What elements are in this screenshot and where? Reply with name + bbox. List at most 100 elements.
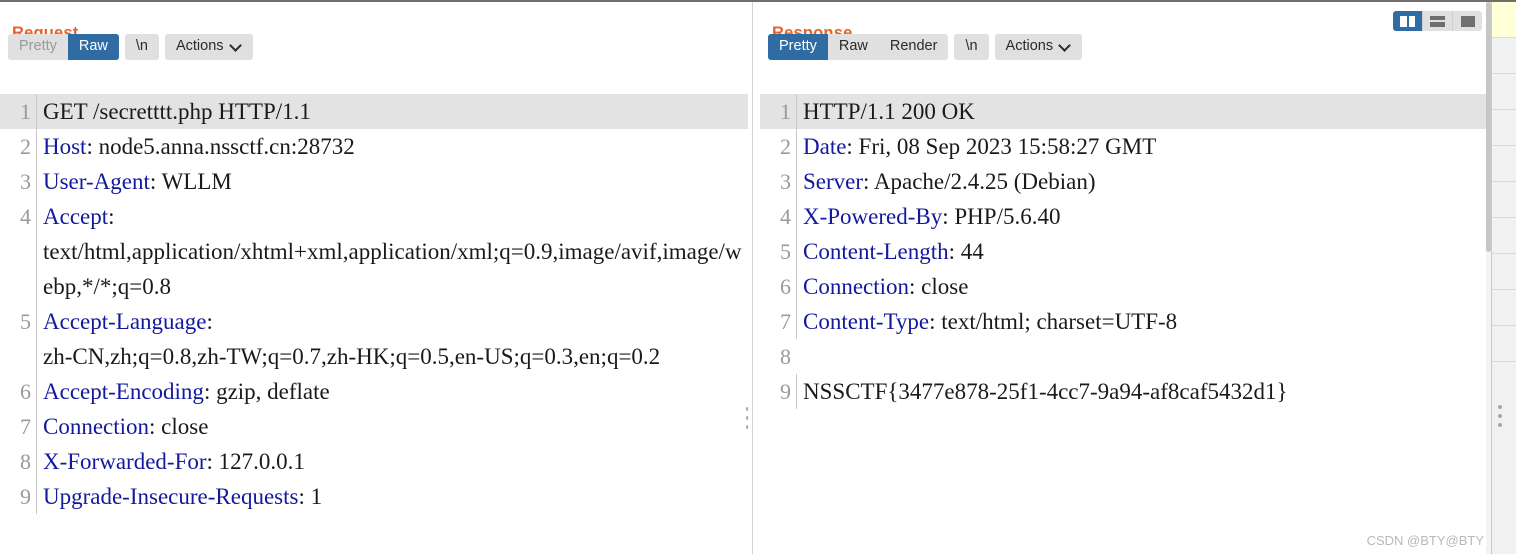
chevron-down-icon xyxy=(1060,40,1071,51)
header-value: : close xyxy=(909,274,969,299)
response-pane: Response Pretty Raw Render \n Actions 1H… xyxy=(760,2,1490,554)
inspector-segment[interactable] xyxy=(1492,254,1516,290)
editor-line[interactable]: 3 User-Agent: WLLM xyxy=(0,164,748,199)
request-newline-button[interactable]: \n xyxy=(124,33,159,60)
inspector-segment[interactable] xyxy=(1492,326,1516,362)
header-name: Server xyxy=(803,169,864,194)
line-number: 9 xyxy=(20,484,31,509)
inspector-gutter[interactable] xyxy=(1491,2,1516,554)
line-content[interactable]: Host: node5.anna.nssctf.cn:28732 xyxy=(36,129,748,164)
line-content[interactable]: NSSCTF{3477e878-25f1-4cc7-9a94-af8caf543… xyxy=(796,374,1490,409)
editor-line[interactable]: 4 Accept: text/html,application/xhtml+xml… xyxy=(0,199,748,304)
response-tabbar: Pretty Raw Render \n Actions xyxy=(760,26,1490,60)
editor-line[interactable]: 5 Content-Length: 44 xyxy=(760,234,1490,269)
line-content[interactable]: Connection: close xyxy=(796,269,1490,304)
response-actions-label: Actions xyxy=(1005,37,1054,54)
editor-line[interactable]: 6 Accept-Encoding: gzip, deflate xyxy=(0,374,748,409)
response-tab-raw[interactable]: Raw xyxy=(828,34,879,60)
response-actions-button[interactable]: Actions xyxy=(994,33,1083,60)
line-number: 5 xyxy=(20,309,31,334)
editor-line[interactable]: 2 Host: node5.anna.nssctf.cn:28732 xyxy=(0,129,748,164)
request-title: Request xyxy=(0,2,748,42)
editor-line[interactable]: 7 Connection: close xyxy=(0,409,748,444)
request-view-tabs[interactable]: Pretty Raw xyxy=(8,33,119,60)
layout-toggle-group[interactable] xyxy=(1393,11,1482,31)
single-pane-button[interactable] xyxy=(1453,11,1482,31)
editor-line[interactable]: 5 Accept-Language: zh-CN,zh;q=0.8,zh-TW;q… xyxy=(0,304,748,374)
editor-line[interactable]: 9 NSSCTF{3477e878-25f1-4cc7-9a94-af8caf54… xyxy=(760,374,1490,409)
inspector-segment[interactable] xyxy=(1492,290,1516,326)
header-value: : WLLM xyxy=(149,169,232,194)
header-name: Connection xyxy=(803,274,910,299)
editor-line[interactable]: 6 Connection: close xyxy=(760,269,1490,304)
header-value: : gzip, deflate xyxy=(203,379,330,404)
pane-divider[interactable] xyxy=(752,2,753,554)
line-number: 5 xyxy=(780,239,791,264)
split-vertical-button[interactable] xyxy=(1393,11,1423,31)
editor-line[interactable]: 4 X-Powered-By: PHP/5.6.40 xyxy=(760,199,1490,234)
response-resize-grip[interactable] xyxy=(1498,405,1502,427)
line-number: 1 xyxy=(760,94,796,129)
response-view-tabs[interactable]: Pretty Raw Render xyxy=(768,33,949,60)
editor-line[interactable]: 3 Server: Apache/2.4.25 (Debian) xyxy=(760,164,1490,199)
line-number: 9 xyxy=(780,379,791,404)
line-content[interactable]: HTTP/1.1 200 OK xyxy=(796,94,1490,129)
request-pane: Request Pretty Raw \n Actions 1 GET /secr… xyxy=(0,2,748,554)
line-content[interactable]: Accept-Encoding: gzip, deflate xyxy=(36,374,748,409)
line-number: 1 xyxy=(0,94,36,129)
inspector-segment[interactable] xyxy=(1492,146,1516,182)
request-tab-raw[interactable]: Raw xyxy=(67,33,119,60)
request-tab-pretty[interactable]: Pretty xyxy=(8,34,68,60)
editor-line[interactable]: 2 Date: Fri, 08 Sep 2023 15:58:27 GMT xyxy=(760,129,1490,164)
header-value: : 127.0.0.1 xyxy=(206,449,305,474)
line-content[interactable]: X-Powered-By: PHP/5.6.40 xyxy=(796,199,1490,234)
header-value: : 1 xyxy=(298,484,323,509)
inspector-segment[interactable] xyxy=(1492,74,1516,110)
request-tabbar: Pretty Raw \n Actions xyxy=(0,26,748,60)
line-content[interactable]: Content-Length: 44 xyxy=(796,234,1490,269)
line-content[interactable]: Accept: text/html,application/xhtml+xml,… xyxy=(36,199,748,304)
response-tab-pretty[interactable]: Pretty xyxy=(768,33,828,60)
header-name: Accept-Language xyxy=(43,309,207,334)
line-number: 2 xyxy=(780,134,791,159)
request-actions-button[interactable]: Actions xyxy=(164,33,253,60)
line-content[interactable]: User-Agent: WLLM xyxy=(36,164,748,199)
editor-line[interactable]: 8 xyxy=(760,339,1490,374)
split-horizontal-button[interactable] xyxy=(1423,11,1453,31)
line-content[interactable]: Accept-Language: zh-CN,zh;q=0.8,zh-TW;q=… xyxy=(36,304,748,374)
request-editor[interactable]: 1 GET /secretttt.php HTTP/1.1 2 Host: node5… xyxy=(0,94,748,554)
line-number: 4 xyxy=(20,204,31,229)
header-value: : close xyxy=(149,414,209,439)
line-content[interactable]: Connection: close xyxy=(36,409,748,444)
header-value: NSSCTF{3477e878-25f1-4cc7-9a94-af8caf543… xyxy=(803,379,1288,404)
inspector-segment[interactable] xyxy=(1492,110,1516,146)
editor-line[interactable]: 9 Upgrade-Insecure-Requests: 1 xyxy=(0,479,748,514)
line-content[interactable]: Upgrade-Insecure-Requests: 1 xyxy=(36,479,748,514)
request-resize-grip[interactable] xyxy=(746,407,748,429)
inspector-segment[interactable] xyxy=(1492,2,1516,38)
response-tab-render[interactable]: Render xyxy=(879,34,949,60)
burp-repeater-view: Request Pretty Raw \n Actions 1 GET /secr… xyxy=(0,0,1516,554)
single-pane-icon xyxy=(1460,15,1475,27)
header-name: Content-Length xyxy=(803,239,949,264)
editor-line[interactable]: 7 Content-Type: text/html; charset=UTF-8 xyxy=(760,304,1490,339)
header-value: : text/html,application/xhtml+xml,applic… xyxy=(43,204,742,299)
editor-line[interactable]: 1 HTTP/1.1 200 OK xyxy=(760,94,1490,129)
response-newline-button[interactable]: \n xyxy=(954,33,989,60)
line-number: 3 xyxy=(780,169,791,194)
inspector-segment[interactable] xyxy=(1492,38,1516,74)
line-content[interactable]: Server: Apache/2.4.25 (Debian) xyxy=(796,164,1490,199)
chevron-down-icon xyxy=(231,40,242,51)
inspector-segment[interactable] xyxy=(1492,218,1516,254)
response-editor[interactable]: 1 HTTP/1.1 200 OK 2 Date: Fri, 08 Sep 2023 … xyxy=(760,94,1490,554)
line-content[interactable]: GET /secretttt.php HTTP/1.1 xyxy=(36,94,748,129)
editor-line[interactable]: 1 GET /secretttt.php HTTP/1.1 xyxy=(0,94,748,129)
line-number: 6 xyxy=(20,379,31,404)
inspector-segment[interactable] xyxy=(1492,182,1516,218)
line-content[interactable]: X-Forwarded-For: 127.0.0.1 xyxy=(36,444,748,479)
header-value: : node5.anna.nssctf.cn:28732 xyxy=(86,134,355,159)
line-content[interactable]: Date: Fri, 08 Sep 2023 15:58:27 GMT xyxy=(796,129,1490,164)
line-number: 7 xyxy=(780,309,791,334)
editor-line[interactable]: 8 X-Forwarded-For: 127.0.0.1 xyxy=(0,444,748,479)
line-content[interactable]: Content-Type: text/html; charset=UTF-8 xyxy=(796,304,1490,339)
